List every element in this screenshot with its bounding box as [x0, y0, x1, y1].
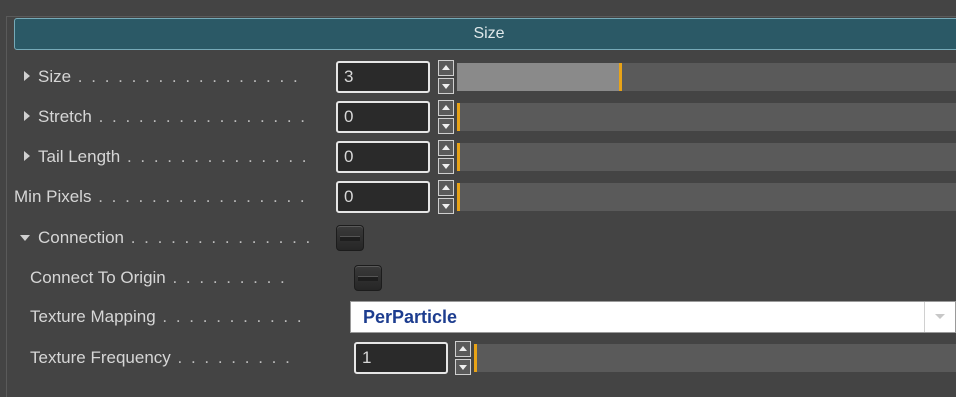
tail-length-row: Tail Length . . . . . . . . . . . . . . …: [0, 137, 956, 177]
section-title: Size: [473, 25, 505, 42]
connect-to-origin-label: Connect To Origin . . . . . . . . .: [30, 268, 287, 287]
connect-to-origin-checkbox[interactable]: [354, 265, 382, 291]
texture-frequency-spinner[interactable]: [455, 341, 471, 375]
tail-length-input[interactable]: 0: [336, 141, 430, 173]
size-spinner[interactable]: [438, 60, 454, 94]
texture-mapping-row: Texture Mapping . . . . . . . . . . . Pe…: [0, 297, 956, 337]
min-pixels-slider[interactable]: [457, 183, 956, 211]
expand-arrow-icon[interactable]: [24, 151, 30, 161]
slider-fill: [457, 63, 622, 91]
spinner-up-icon[interactable]: [438, 180, 454, 196]
texture-frequency-slider[interactable]: [474, 344, 956, 372]
spinner-down-icon[interactable]: [455, 359, 471, 375]
expand-arrow-icon[interactable]: [24, 111, 30, 121]
slider-handle[interactable]: [618, 63, 622, 91]
texture-frequency-row: Texture Frequency . . . . . . . . . 1: [0, 338, 956, 378]
tail-length-spinner[interactable]: [438, 140, 454, 174]
connection-row: Connection . . . . . . . . . . . . . .: [0, 218, 956, 258]
texture-frequency-label: Texture Frequency . . . . . . . . .: [30, 348, 292, 367]
section-header[interactable]: Size: [14, 18, 956, 50]
connection-checkbox[interactable]: [336, 225, 364, 251]
connect-to-origin-row: Connect To Origin . . . . . . . . .: [0, 258, 956, 298]
slider-handle[interactable]: [457, 103, 460, 131]
spinner-down-icon[interactable]: [438, 198, 454, 214]
size-row: Size . . . . . . . . . . . . . . . . . 3: [0, 57, 956, 97]
spinner-up-icon[interactable]: [438, 60, 454, 76]
stretch-row: Stretch . . . . . . . . . . . . . . . . …: [0, 97, 956, 137]
stretch-spinner[interactable]: [438, 100, 454, 134]
spinner-down-icon[interactable]: [438, 158, 454, 174]
size-label: Size . . . . . . . . . . . . . . . . .: [38, 67, 300, 86]
spinner-up-icon[interactable]: [455, 341, 471, 357]
stretch-input[interactable]: 0: [336, 101, 430, 133]
texture-mapping-dropdown[interactable]: PerParticle: [350, 301, 956, 333]
spinner-down-icon[interactable]: [438, 118, 454, 134]
min-pixels-input[interactable]: 0: [336, 181, 430, 213]
dropdown-caret-icon[interactable]: [924, 302, 955, 332]
tail-length-label: Tail Length . . . . . . . . . . . . . .: [38, 147, 309, 166]
spinner-up-icon[interactable]: [438, 100, 454, 116]
stretch-slider[interactable]: [457, 103, 956, 131]
texture-mapping-value: PerParticle: [363, 307, 458, 327]
min-pixels-row: Min Pixels . . . . . . . . . . . . . . .…: [0, 177, 956, 217]
expand-arrow-icon[interactable]: [24, 71, 30, 81]
tail-length-slider[interactable]: [457, 143, 956, 171]
collapse-arrow-icon[interactable]: [20, 235, 30, 241]
slider-handle[interactable]: [457, 183, 460, 211]
texture-frequency-input[interactable]: 1: [354, 342, 448, 374]
spinner-down-icon[interactable]: [438, 78, 454, 94]
slider-handle[interactable]: [457, 143, 460, 171]
size-slider[interactable]: [457, 63, 956, 91]
stretch-label: Stretch . . . . . . . . . . . . . . . .: [38, 107, 307, 126]
slider-handle[interactable]: [474, 344, 477, 372]
connection-label: Connection . . . . . . . . . . . . . .: [38, 228, 313, 247]
spinner-up-icon[interactable]: [438, 140, 454, 156]
size-input[interactable]: 3: [336, 61, 430, 93]
min-pixels-label: Min Pixels . . . . . . . . . . . . . . .…: [14, 187, 307, 206]
min-pixels-spinner[interactable]: [438, 180, 454, 214]
texture-mapping-label: Texture Mapping . . . . . . . . . . .: [30, 307, 304, 326]
